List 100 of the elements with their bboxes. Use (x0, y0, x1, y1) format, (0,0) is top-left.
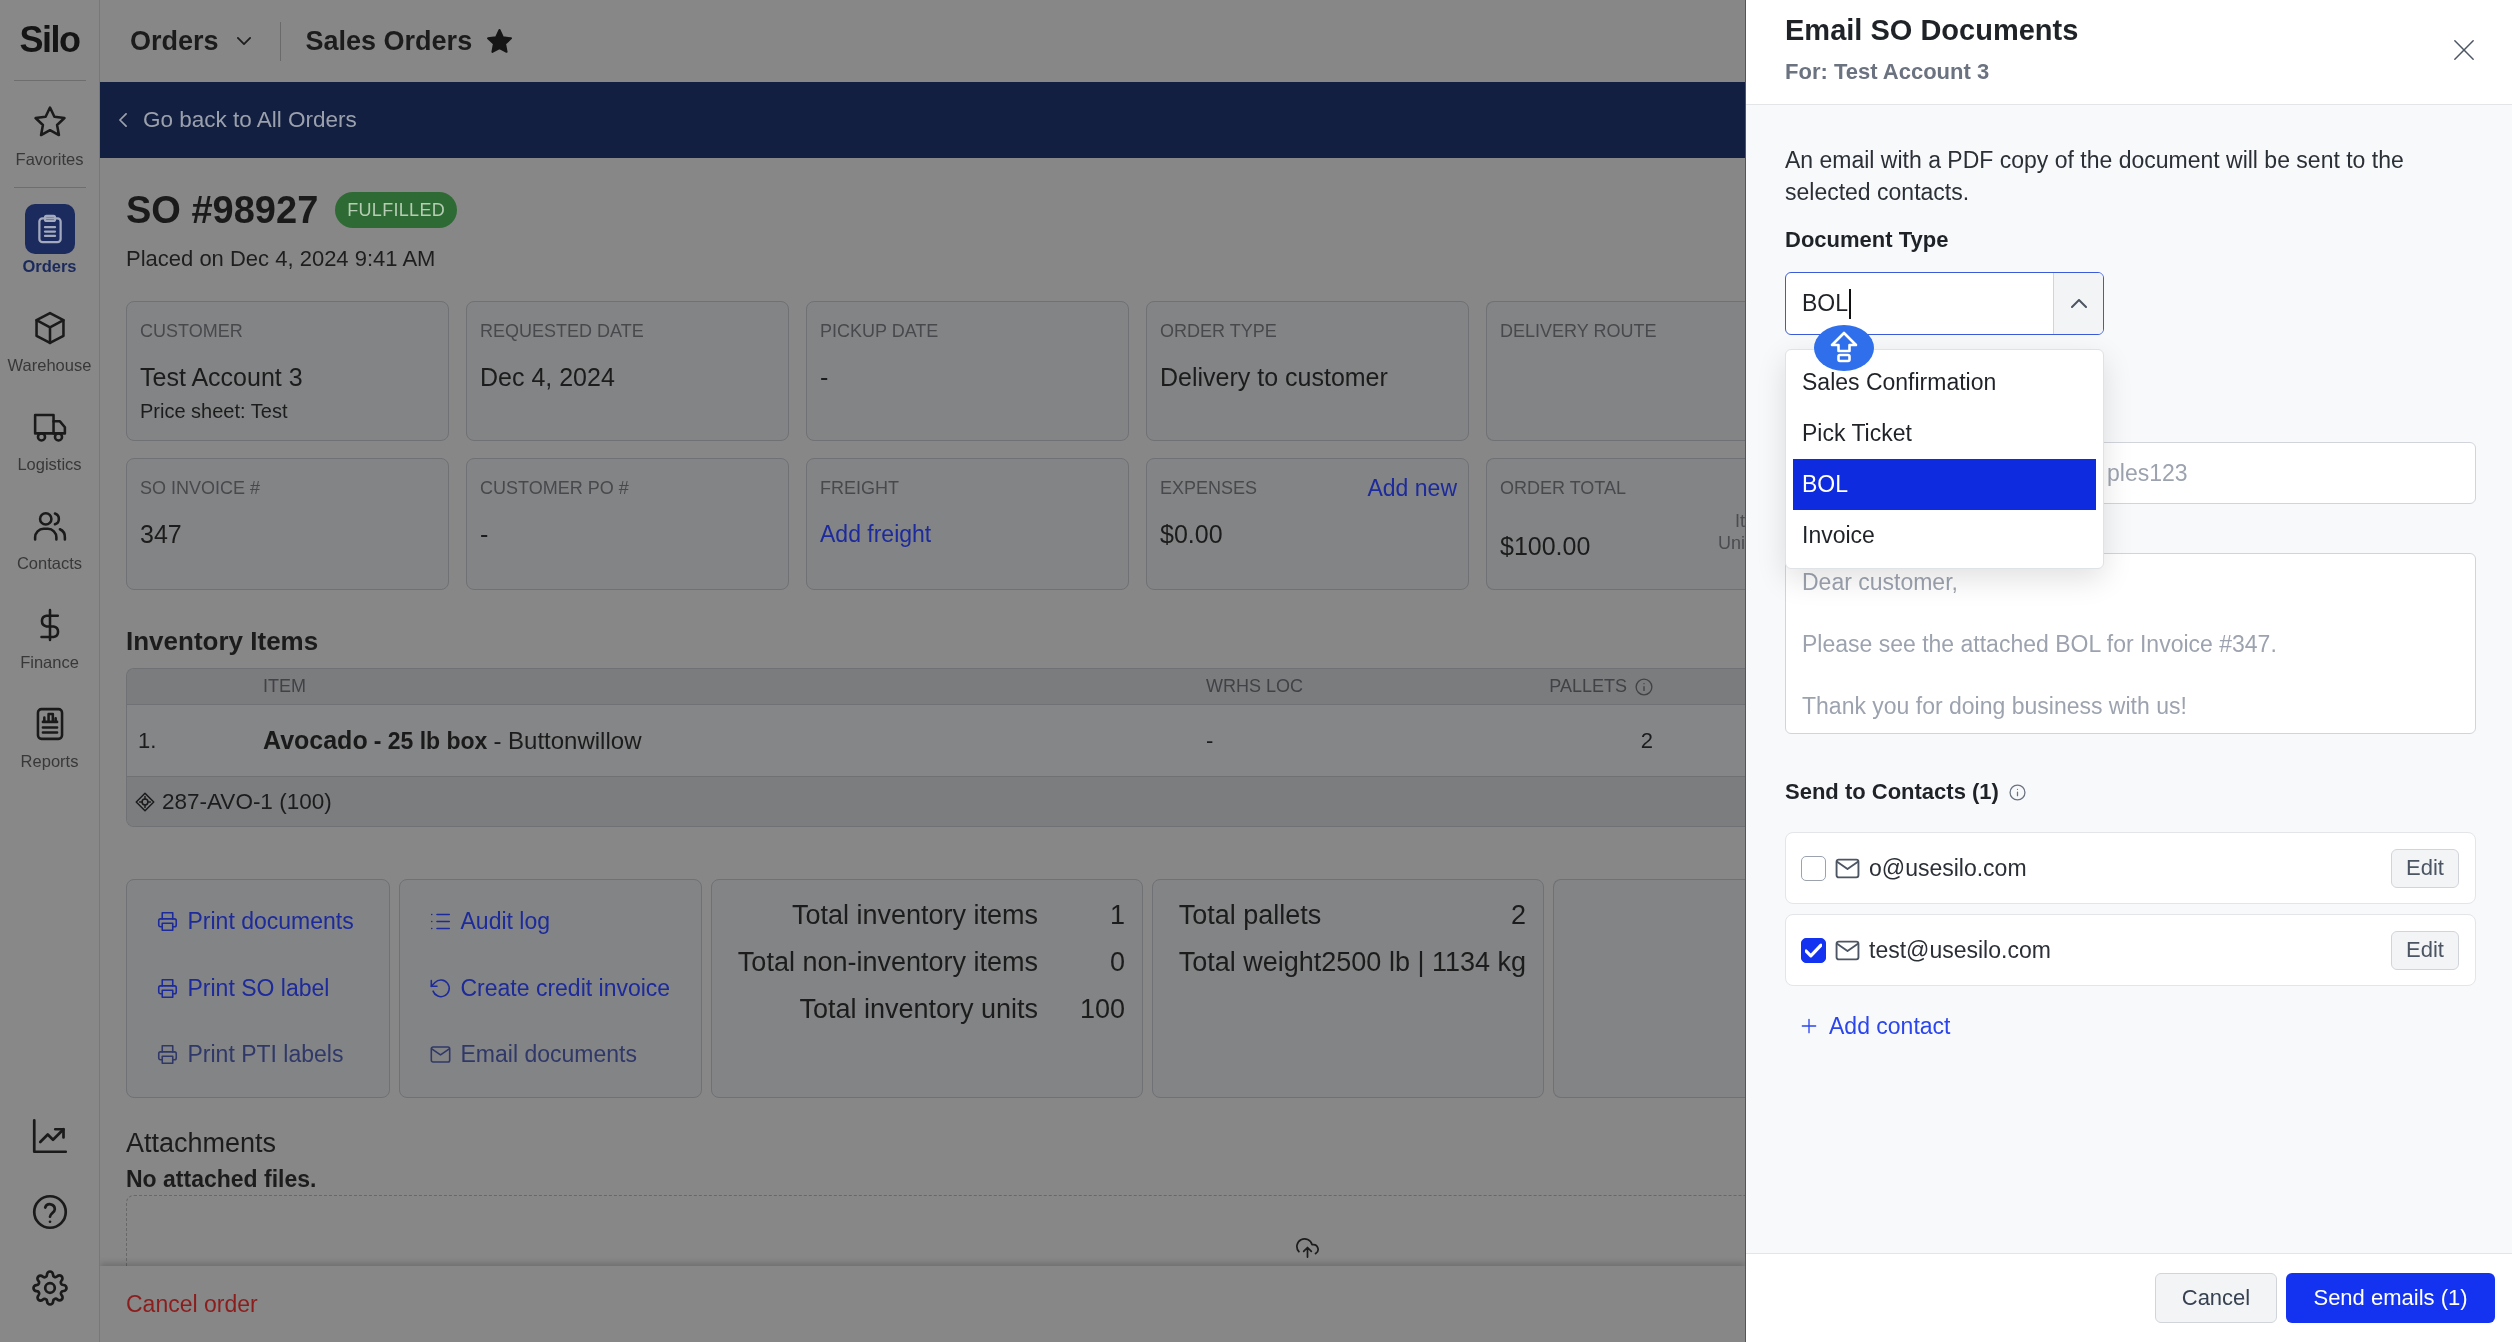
column-header: ITEM (263, 676, 307, 697)
upload-cloud-icon (1296, 1236, 1319, 1259)
section-title: Send to Contacts (1) (1785, 778, 1999, 806)
card-label: CUSTOMER (140, 320, 243, 343)
message-field[interactable]: Dear customer, Please see the attached BOL for Invoice #347. Thank you for doing business with us! (1785, 553, 2476, 734)
diamond-icon (135, 791, 155, 812)
empty-message: No attached files. (126, 1165, 318, 1194)
total-label: Total pallets (1178, 898, 1322, 932)
card-value: - (480, 519, 490, 550)
checkbox[interactable] (1801, 855, 1826, 881)
description-text: An email with a PDF copy of the document will be sent to the selected contacts. (1785, 146, 2405, 207)
section-dropdown[interactable]: Orders (130, 25, 251, 57)
card-value: $100.00 (1500, 531, 1591, 562)
contact-email: o@usesilo.com (1869, 854, 2028, 882)
action-link[interactable]: Audit log (429, 901, 701, 942)
back-link[interactable]: Go back to All Orders (119, 107, 357, 133)
document-type-select[interactable]: BOL (1785, 272, 2104, 335)
cut-off-text: It (1735, 510, 1745, 532)
contact-email: test@usesilo.com (1869, 936, 2052, 964)
settings-icon[interactable] (31, 1270, 68, 1306)
checkbox[interactable] (1801, 937, 1826, 963)
card-note: Price sheet: Test (140, 399, 289, 424)
sidebar-item[interactable]: Warehouse (0, 287, 99, 386)
column-header: PALLETS (1549, 676, 1653, 697)
card-label: EXPENSES (1160, 477, 1258, 500)
total-value: 2500 lb | 1134 kg (1321, 945, 1526, 979)
cancel-button[interactable]: Cancel (2155, 1273, 2277, 1323)
card-label: ORDER TOTAL (1500, 477, 1627, 500)
card-value: Delivery to customer (1160, 362, 1389, 393)
total-value: 100 (1078, 992, 1125, 1026)
list-icon (429, 911, 451, 932)
card-label: REQUESTED DATE (480, 320, 644, 343)
chevron-down-icon (236, 37, 251, 45)
star-icon (32, 105, 67, 139)
dropdown-option[interactable]: BOL (1793, 459, 2096, 510)
clipboard-icon (24, 204, 75, 254)
add-contact-link[interactable]: Add contact (1785, 1011, 1951, 1041)
sidebar-item[interactable]: Reports (0, 683, 99, 782)
logo[interactable]: Silo (19, 0, 80, 80)
close-icon[interactable] (2453, 39, 2475, 61)
printer-icon (156, 911, 178, 932)
printer-icon (156, 1044, 178, 1065)
status-badge: FULFILLED (335, 192, 457, 228)
item-name: Avocado (263, 726, 368, 754)
total-label: Total non-inventory items (737, 945, 1038, 979)
card-label: ORDER TYPE (1160, 320, 1277, 343)
placed-date: Placed on Dec 4, 2024 9:41 AM (126, 245, 437, 273)
section-title: Attachments (126, 1127, 278, 1160)
sidebar-item[interactable]: Favorites (0, 81, 99, 180)
cut-off-text: Uni (1718, 532, 1745, 554)
action-link[interactable]: Create credit invoice (429, 968, 701, 1008)
help-icon[interactable] (31, 1194, 68, 1230)
send-button[interactable]: Send emails (1) (2286, 1273, 2495, 1323)
table-cell: 2 (1640, 727, 1653, 754)
action-link[interactable]: Print SO label (156, 968, 389, 1008)
info-icon (2008, 783, 2026, 801)
card-value: 347 (140, 519, 183, 550)
cancel-order-link[interactable]: Cancel order (126, 1290, 258, 1318)
card-action-link[interactable]: Add new (1367, 474, 1457, 502)
panel-title: Email SO Documents (1785, 13, 2079, 48)
card-label: PICKUP DATE (820, 320, 939, 343)
plus-icon (1801, 1018, 1817, 1034)
row-number: 1. (137, 727, 158, 754)
total-label: Total inventory items (790, 898, 1038, 932)
field-label: Document Type (1785, 226, 1950, 254)
card-link[interactable]: Add freight (820, 518, 932, 550)
total-label: Total inventory units (798, 992, 1038, 1026)
total-value: 1 (1108, 898, 1125, 932)
card-value: $0.00 (1160, 519, 1224, 550)
sidebar-item[interactable]: Orders (0, 188, 99, 287)
card-label: DELIVERY ROUTE (1500, 320, 1657, 343)
chevron-left-icon (119, 113, 127, 127)
sidebar-item[interactable]: Logistics (0, 386, 99, 485)
card-value: Dec 4, 2024 (480, 362, 616, 393)
line-chart-icon[interactable] (31, 1118, 68, 1154)
rotate-arrow-icon (429, 977, 451, 999)
page-title: Sales Orders (305, 25, 473, 57)
order-title: SO #98927 (126, 188, 319, 233)
chevron-up-icon (2070, 299, 2087, 308)
card-value: Test Account 3 (140, 362, 304, 393)
edit-button[interactable]: Edit (2391, 848, 2459, 888)
star-icon[interactable] (486, 27, 514, 55)
table-cell-text: - (1206, 727, 1215, 754)
item-package: - 25 lb box (373, 728, 488, 754)
total-label: Total weight (1178, 945, 1322, 979)
people-icon (32, 509, 67, 543)
action-link[interactable]: Print documents (156, 901, 389, 942)
envelope-icon (429, 1044, 451, 1065)
printer-icon (156, 977, 178, 999)
sidebar-item[interactable]: Contacts (0, 485, 99, 584)
panel-subtitle: For: Test Account 3 (1785, 58, 1991, 86)
column-header: WRHS LOC (1206, 676, 1304, 697)
lot-label: 287-AVO-1 (100) (162, 788, 332, 815)
card-value: - (820, 362, 830, 393)
sidebar-item[interactable]: Finance (0, 584, 99, 683)
edit-button[interactable]: Edit (2391, 930, 2459, 970)
dropdown-option[interactable]: Sales Confirmation (1793, 357, 2096, 408)
card-label: CUSTOMER PO # (480, 477, 629, 500)
card-label: FREIGHT (820, 477, 899, 500)
card-label: SO INVOICE # (140, 477, 261, 500)
